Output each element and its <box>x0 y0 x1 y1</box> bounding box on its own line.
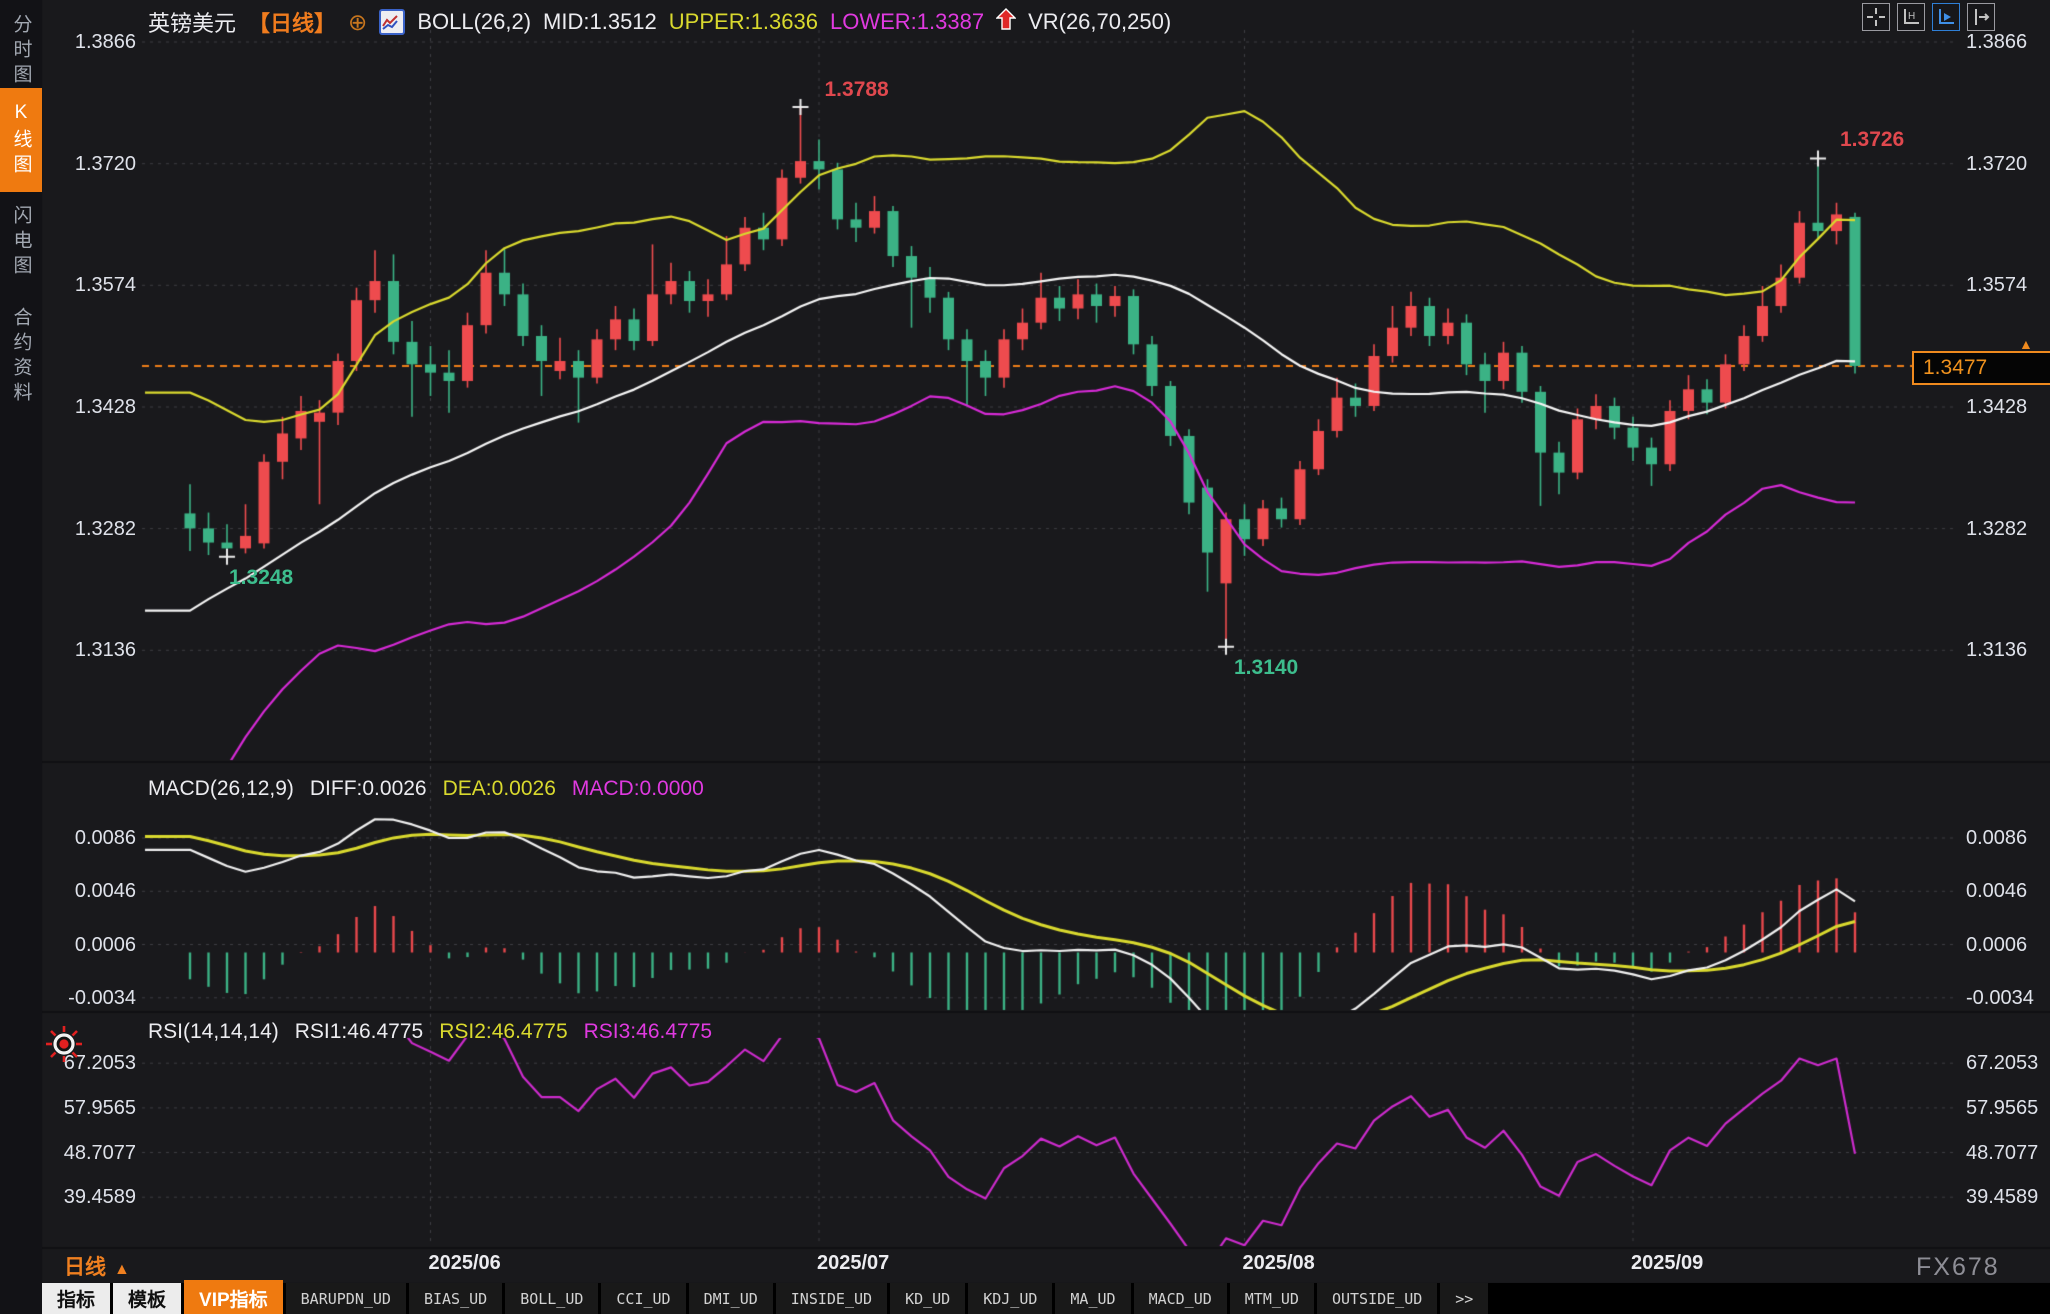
axis-shift-tool-icon[interactable] <box>1967 3 1995 31</box>
x-axis-month-label: 2025/07 <box>817 1252 889 1275</box>
macd-title-row: MACD(26,12,9) DIFF:0.0026 DEA:0.0026 MAC… <box>148 777 704 801</box>
x-axis-month-label: 2025/06 <box>429 1252 501 1275</box>
tab-BIAS_UD[interactable]: BIAS_UD <box>409 1283 502 1314</box>
x-axis-month-label: 2025/08 <box>1243 1252 1315 1275</box>
macd-macd-value: MACD:0.0000 <box>572 777 704 801</box>
tab-指标[interactable]: 指标 <box>42 1283 110 1314</box>
boll-lower-value: LOWER:1.3387 <box>830 9 984 35</box>
boll-label: BOLL(26,2) <box>417 9 531 35</box>
macd-dea-value: DEA:0.0026 <box>443 777 556 801</box>
sidebar-item-闪电图[interactable]: 闪电图 <box>0 196 42 288</box>
tab-KD_UD[interactable]: KD_UD <box>890 1283 965 1314</box>
tab-INSIDE_UD[interactable]: INSIDE_UD <box>776 1283 887 1314</box>
sidebar-item-分时图[interactable]: 分时图 <box>0 12 42 90</box>
rsi-title-row: RSI(14,14,14) RSI1:46.4775 RSI2:46.4775 … <box>148 1020 712 1044</box>
chart-canvas[interactable] <box>0 0 2050 1314</box>
price-extreme-label-low: 1.3248 <box>229 566 293 590</box>
tab-MACD_UD[interactable]: MACD_UD <box>1134 1283 1227 1314</box>
watermark: FX678 <box>1916 1253 2000 1282</box>
tab-MA_UD[interactable]: MA_UD <box>1055 1283 1130 1314</box>
sidebar: 分时图K线图闪电图合约资料 <box>0 0 42 1314</box>
boll-upper-value: UPPER:1.3636 <box>669 9 818 35</box>
chart-toolbar: H <box>1862 3 1995 31</box>
tab-KDJ_UD[interactable]: KDJ_UD <box>968 1283 1052 1314</box>
rsi3-value: RSI3:46.4775 <box>584 1020 712 1044</box>
tab->>[interactable]: >> <box>1440 1283 1488 1314</box>
sidebar-item-K线图[interactable]: K线图 <box>0 88 42 192</box>
macd-diff-value: DIFF:0.0026 <box>310 777 427 801</box>
period-selector-arrow-icon: ▲ <box>114 1261 130 1278</box>
tab-MTM_UD[interactable]: MTM_UD <box>1230 1283 1314 1314</box>
sidebar-item-合约资料[interactable]: 合约资料 <box>0 298 42 416</box>
svg-text:H: H <box>1908 11 1915 22</box>
vr-label: VR(26,70,250) <box>1028 9 1171 35</box>
period-selector-label: 日线 <box>64 1256 106 1279</box>
chart-type-icon[interactable] <box>379 9 405 35</box>
price-extreme-label-high: 1.3788 <box>825 78 889 102</box>
symbol-title: 英镑美元 <box>148 6 236 38</box>
crosshair-tool-icon[interactable] <box>1862 3 1890 31</box>
tab-CCI_UD[interactable]: CCI_UD <box>601 1283 685 1314</box>
boll-mid-value: MID:1.3512 <box>543 9 657 35</box>
tab-OUTSIDE_UD[interactable]: OUTSIDE_UD <box>1317 1283 1437 1314</box>
up-arrow-icon <box>996 8 1016 36</box>
tab-DMI_UD[interactable]: DMI_UD <box>689 1283 773 1314</box>
indicator-tab-bar: 指标模板VIP指标BARUPDN_UDBIAS_UDBOLL_UDCCI_UDD… <box>42 1283 2050 1314</box>
tab-模板[interactable]: 模板 <box>113 1283 181 1314</box>
current-price-tag: 1.3477 <box>1912 351 2050 385</box>
rsi2-value: RSI2:46.4775 <box>439 1020 567 1044</box>
macd-title: MACD(26,12,9) <box>148 777 294 801</box>
price-extreme-label-low: 1.3140 <box>1234 656 1298 680</box>
price-tag-arrow-icon: ▲ <box>2019 336 2033 352</box>
chart-header: 英镑美元 【日线】 ⊕ BOLL(26,2) MID:1.3512 UPPER:… <box>148 6 1171 38</box>
x-axis-month-label: 2025/09 <box>1631 1252 1703 1275</box>
axis-play-tool-icon[interactable] <box>1932 3 1960 31</box>
period-selector[interactable]: 日线 ▲ <box>64 1251 130 1281</box>
circle-plus-icon[interactable]: ⊕ <box>348 9 367 36</box>
rsi1-value: RSI1:46.4775 <box>295 1020 423 1044</box>
tab-VIP指标[interactable]: VIP指标 <box>184 1283 283 1314</box>
axis-scale-tool-icon[interactable]: H <box>1897 3 1925 31</box>
period-tag: 【日线】 <box>248 6 336 38</box>
price-extreme-label-high: 1.3726 <box>1840 128 1904 152</box>
alert-sun-icon[interactable] <box>44 1024 84 1069</box>
tab-BOLL_UD[interactable]: BOLL_UD <box>505 1283 598 1314</box>
rsi-title: RSI(14,14,14) <box>148 1020 279 1044</box>
tab-BARUPDN_UD[interactable]: BARUPDN_UD <box>286 1283 406 1314</box>
